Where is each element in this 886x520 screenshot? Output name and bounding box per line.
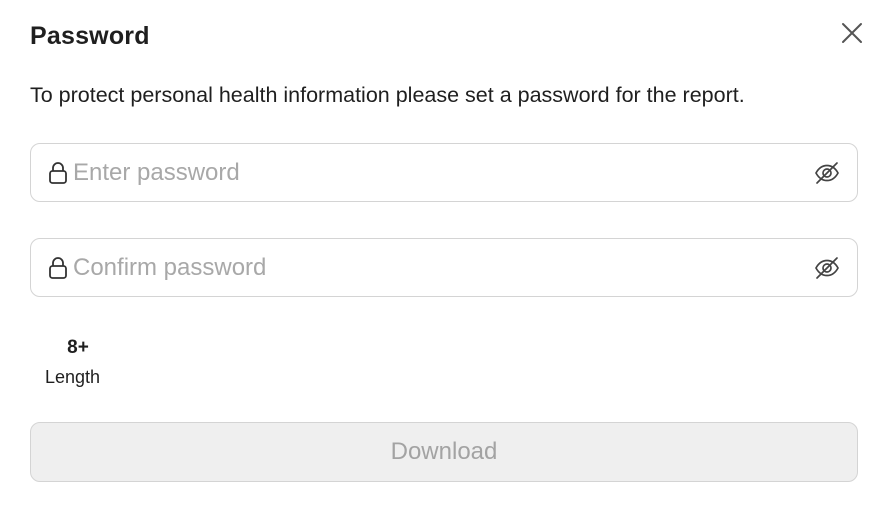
dialog-title: Password xyxy=(30,22,150,50)
password-requirement-length: 8+ Length xyxy=(45,336,111,389)
lock-icon xyxy=(47,161,69,185)
toggle-confirm-visibility-button[interactable] xyxy=(813,254,841,282)
password-input[interactable] xyxy=(69,144,813,201)
close-icon xyxy=(842,23,862,43)
download-button[interactable]: Download xyxy=(30,422,858,482)
toggle-password-visibility-button[interactable] xyxy=(813,159,841,187)
confirm-password-input[interactable] xyxy=(69,239,813,296)
dialog-description: To protect personal health information p… xyxy=(30,83,745,107)
confirm-password-field[interactable] xyxy=(30,238,858,297)
requirement-value: 8+ xyxy=(67,337,89,358)
password-dialog: Password To protect personal health info… xyxy=(0,0,886,520)
close-button[interactable] xyxy=(836,17,868,49)
lock-icon xyxy=(47,256,69,280)
password-field[interactable] xyxy=(30,143,858,202)
eye-off-icon xyxy=(815,161,839,184)
requirement-label: Length xyxy=(45,367,101,387)
eye-off-icon xyxy=(815,256,839,279)
